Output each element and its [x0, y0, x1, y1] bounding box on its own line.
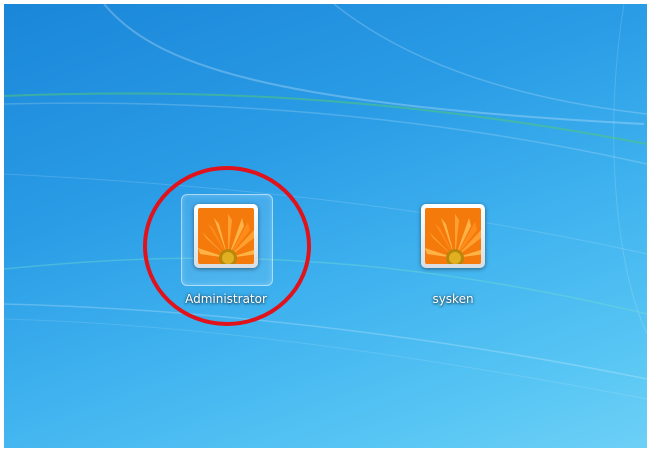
user-tile-sysken[interactable]: sysken — [393, 188, 513, 308]
background-swirl-lines — [4, 4, 647, 400]
user-name-label[interactable]: sysken — [393, 292, 513, 306]
logon-screen: Administrator sysken — [4, 4, 647, 448]
user-name-label[interactable]: Administrator — [166, 292, 286, 306]
orange-flower-avatar-icon — [198, 208, 254, 264]
avatar[interactable] — [421, 204, 485, 268]
orange-flower-avatar-icon — [425, 208, 481, 264]
avatar[interactable] — [194, 204, 258, 268]
user-tile-administrator[interactable]: Administrator — [166, 188, 286, 308]
